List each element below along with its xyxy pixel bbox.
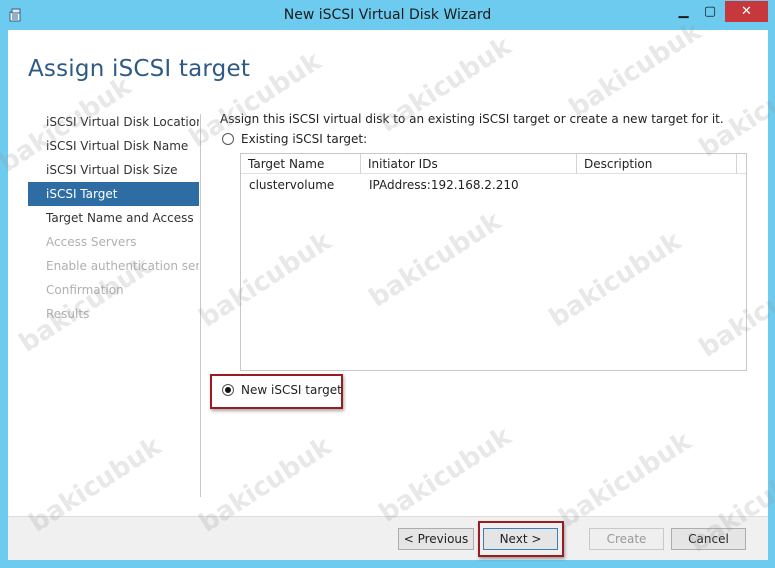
table-header: Target Name Initiator IDs Description (241, 154, 746, 174)
nav-item-location[interactable]: iSCSI Virtual Disk Location (28, 110, 199, 134)
existing-target-option[interactable]: Existing iSCSI target: (222, 132, 367, 146)
cell-description (577, 175, 737, 195)
existing-target-radio[interactable] (222, 133, 234, 145)
previous-button[interactable]: < Previous (398, 528, 474, 550)
nav-item-confirmation: Confirmation (28, 278, 199, 302)
title-bar[interactable]: New iSCSI Virtual Disk Wizard ▁ ▢ ✕ (0, 0, 775, 30)
nav-item-iscsi-target[interactable]: iSCSI Target (28, 182, 199, 206)
targets-table[interactable]: Target Name Initiator IDs Description cl… (240, 153, 747, 371)
nav-item-label: iSCSI Virtual Disk Size (46, 163, 178, 177)
nav-divider (200, 114, 201, 497)
minimize-icon: ▁ (678, 4, 689, 19)
nav-item-target-name-access[interactable]: Target Name and Access (28, 206, 199, 230)
close-button[interactable]: ✕ (725, 1, 768, 22)
minimize-button[interactable]: ▁ (670, 1, 697, 22)
next-button[interactable]: Next > (483, 528, 558, 550)
wizard-step-nav: iSCSI Virtual Disk Location iSCSI Virtua… (28, 110, 199, 326)
maximize-button[interactable]: ▢ (697, 1, 723, 22)
page-title: Assign iSCSI target (28, 56, 251, 82)
column-header-description[interactable]: Description (577, 154, 737, 174)
nav-item-label: iSCSI Virtual Disk Name (46, 139, 189, 153)
create-button: Create (589, 528, 664, 550)
column-header-target-name[interactable]: Target Name (241, 154, 361, 174)
new-target-label: New iSCSI target (241, 383, 342, 397)
nav-item-label: iSCSI Virtual Disk Location (46, 115, 199, 129)
nav-item-label: Target Name and Access (46, 211, 194, 225)
table-row[interactable]: clustervolume IPAddress:192.168.2.210 (241, 175, 746, 195)
wizard-window: New iSCSI Virtual Disk Wizard ▁ ▢ ✕ Assi… (0, 0, 775, 568)
window-title: New iSCSI Virtual Disk Wizard (283, 7, 492, 23)
nav-item-label: iSCSI Target (46, 187, 118, 201)
nav-item-label: Enable authentication ser... (46, 259, 199, 273)
nav-item-label: Confirmation (46, 283, 124, 297)
nav-item-authentication: Enable authentication ser... (28, 254, 199, 278)
nav-item-disk-name[interactable]: iSCSI Virtual Disk Name (28, 134, 199, 158)
page-description: Assign this iSCSI virtual disk to an exi… (220, 112, 724, 126)
nav-item-access-servers: Access Servers (28, 230, 199, 254)
close-icon: ✕ (741, 4, 752, 19)
cell-initiator-ids: IPAddress:192.168.2.210 (369, 178, 519, 192)
nav-item-label: Access Servers (46, 235, 137, 249)
cancel-button[interactable]: Cancel (671, 528, 746, 550)
nav-item-disk-size[interactable]: iSCSI Virtual Disk Size (28, 158, 199, 182)
nav-item-results: Results (28, 302, 199, 326)
new-target-option[interactable]: New iSCSI target (222, 383, 342, 397)
wizard-content: Assign iSCSI target iSCSI Virtual Disk L… (8, 30, 768, 560)
maximize-icon: ▢ (703, 4, 717, 19)
existing-target-label: Existing iSCSI target: (241, 132, 368, 146)
cell-target-name: clustervolume (249, 178, 335, 192)
nav-item-label: Results (46, 307, 90, 321)
column-header-initiator-ids[interactable]: Initiator IDs (361, 154, 577, 174)
new-target-radio[interactable] (222, 384, 234, 396)
